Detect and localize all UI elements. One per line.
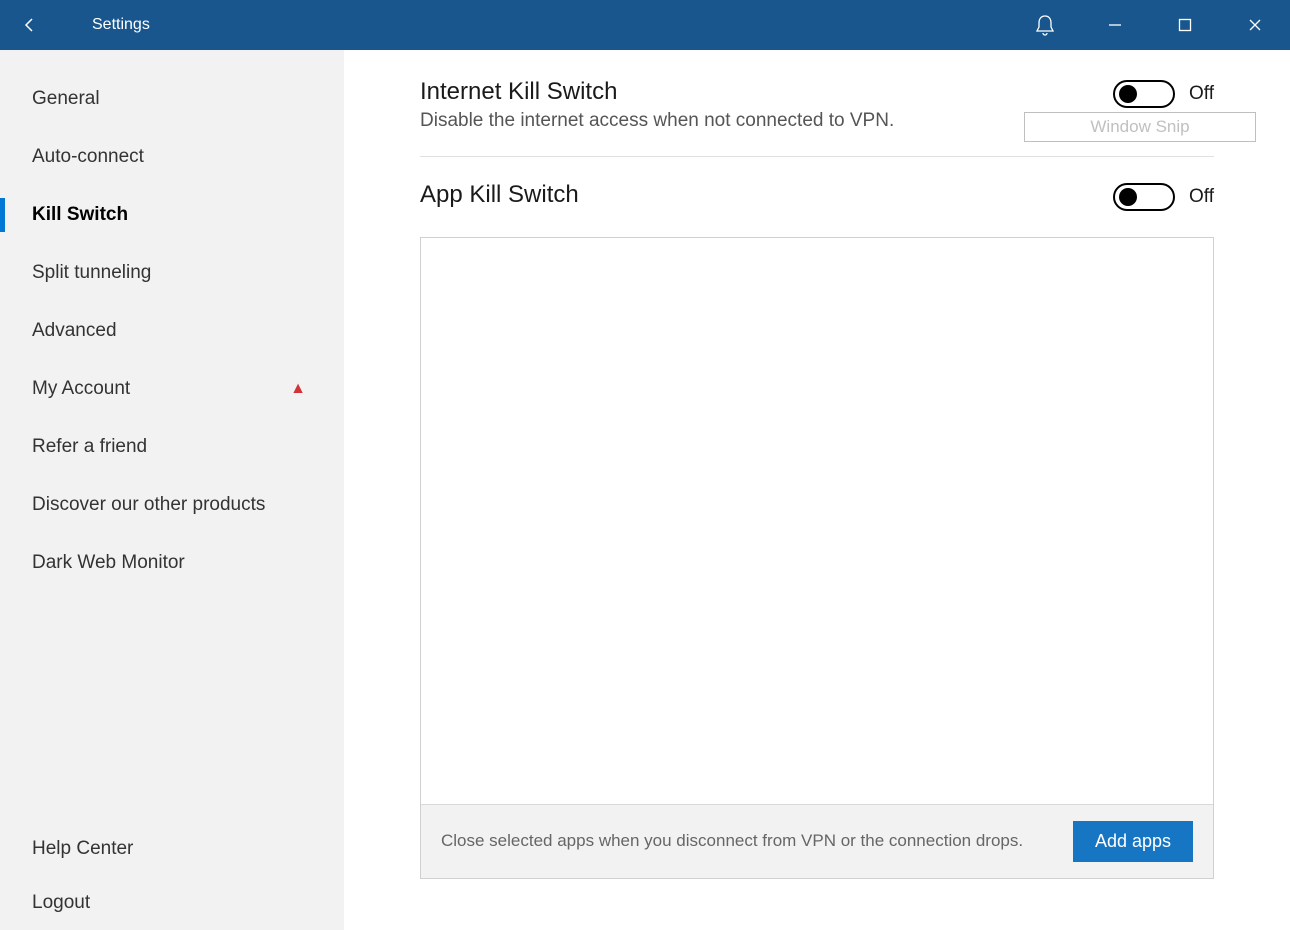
bell-icon [1035,14,1055,36]
sidebar: General Auto-connect Kill Switch Split t… [0,50,344,930]
sidebar-item-label: Logout [32,892,90,914]
apps-hint: Close selected apps when you disconnect … [441,830,1053,853]
apps-footer: Close selected apps when you disconnect … [421,804,1213,878]
divider [420,156,1214,157]
sidebar-item-label: General [32,88,100,110]
sidebar-item-auto-connect[interactable]: Auto-connect [0,128,344,186]
main-content: Internet Kill Switch Disable the interne… [344,50,1290,930]
sidebar-item-label: Advanced [32,320,117,342]
toggle-state-label: Off [1189,186,1214,208]
close-icon [1248,18,1262,32]
sidebar-item-advanced[interactable]: Advanced [0,302,344,360]
internet-kill-switch-section: Internet Kill Switch Disable the interne… [420,78,1214,156]
notifications-button[interactable] [1010,0,1080,50]
maximize-button[interactable] [1150,0,1220,50]
minimize-button[interactable] [1080,0,1150,50]
sidebar-item-general[interactable]: General [0,70,344,128]
section-title: App Kill Switch [420,181,1113,209]
section-title: Internet Kill Switch [420,78,1113,106]
sidebar-item-label: Split tunneling [32,262,151,284]
apps-box: Close selected apps when you disconnect … [420,237,1214,879]
add-apps-button[interactable]: Add apps [1073,821,1193,862]
sidebar-item-help-center[interactable]: Help Center [0,822,344,876]
warning-icon: ▲ [290,380,306,398]
sidebar-item-split-tunneling[interactable]: Split tunneling [0,244,344,302]
arrow-left-icon [21,16,39,34]
toggle-knob [1119,85,1137,103]
back-button[interactable] [0,0,60,50]
close-button[interactable] [1220,0,1290,50]
app-kill-switch-section: App Kill Switch Off Close selected apps … [420,181,1214,903]
sidebar-item-logout[interactable]: Logout [0,876,344,930]
maximize-icon [1178,18,1192,32]
titlebar: Settings [0,0,1290,50]
minimize-icon [1108,18,1122,32]
sidebar-item-label: Kill Switch [32,204,128,226]
apps-list [421,238,1213,804]
sidebar-item-label: Auto-connect [32,146,144,168]
sidebar-item-label: Help Center [32,838,133,860]
toggle-state-label: Off [1189,83,1214,105]
internet-kill-switch-toggle[interactable] [1113,80,1175,108]
sidebar-item-label: Dark Web Monitor [32,552,185,574]
sidebar-item-label: My Account [32,378,130,400]
toggle-knob [1119,188,1137,206]
app-kill-switch-toggle[interactable] [1113,183,1175,211]
sidebar-item-label: Refer a friend [32,436,147,458]
sidebar-item-discover-products[interactable]: Discover our other products [0,476,344,534]
sidebar-item-dark-web-monitor[interactable]: Dark Web Monitor [0,534,344,592]
sidebar-item-my-account[interactable]: My Account ▲ [0,360,344,418]
sidebar-item-refer-a-friend[interactable]: Refer a friend [0,418,344,476]
sidebar-item-kill-switch[interactable]: Kill Switch [0,186,344,244]
section-description: Disable the internet access when not con… [420,110,1113,132]
window-title: Settings [92,16,150,34]
sidebar-item-label: Discover our other products [32,494,265,516]
